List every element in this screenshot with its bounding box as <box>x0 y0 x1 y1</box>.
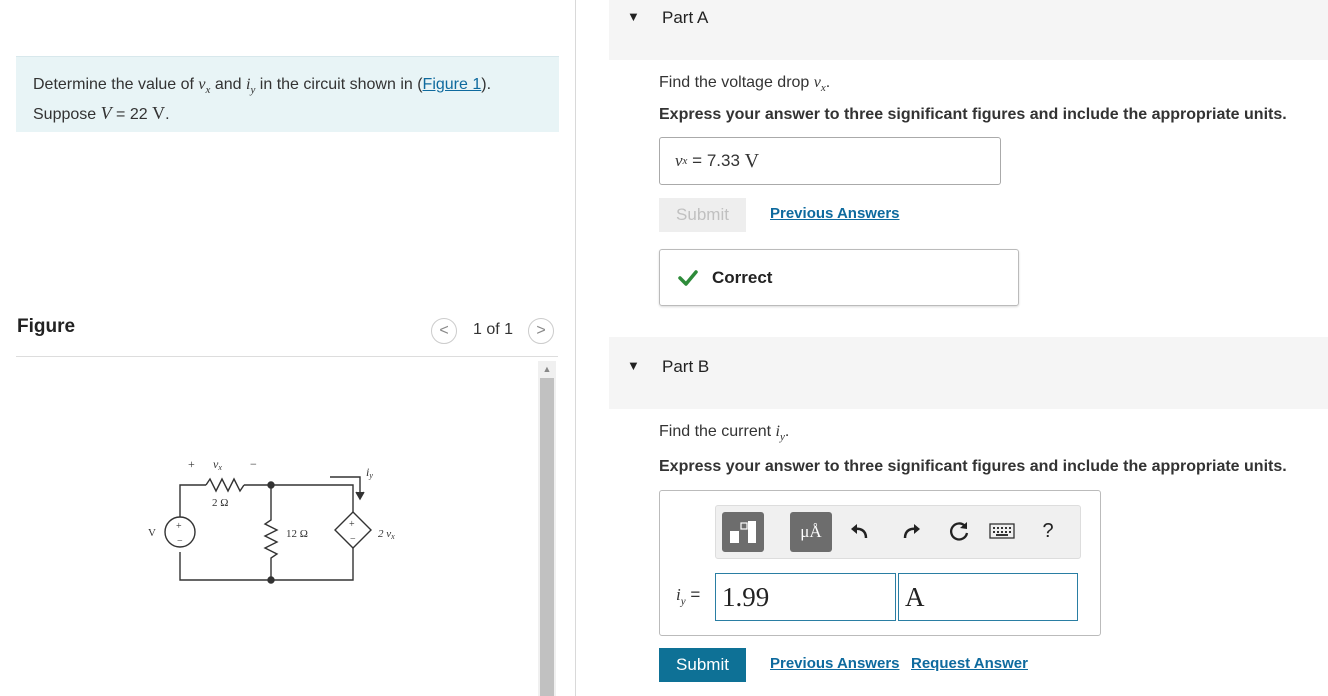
chevron-right-icon: > <box>536 322 546 339</box>
figure-scrollbar[interactable]: ▲ <box>538 361 556 696</box>
figure-divider <box>16 356 558 357</box>
label-dep-plus: + <box>349 519 355 530</box>
label-dep: 2 vx <box>378 528 395 541</box>
part-b-previous-answers-link[interactable]: Previous Answers <box>770 655 900 672</box>
problem-line-2: Suppose V = 22 V. <box>33 103 170 124</box>
part-a-submit-button[interactable]: Submit <box>659 198 746 232</box>
part-a-answer: vx = 7.33 V <box>659 137 1001 185</box>
node-top <box>267 481 275 489</box>
part-b-answer-area: μÅ ? iy = 1.99 A <box>659 490 1101 636</box>
label-dep-minus: − <box>350 534 356 545</box>
label-minus-vx: − <box>250 457 257 471</box>
caret-down-icon: ▼ <box>627 9 640 24</box>
keyboard-icon[interactable] <box>987 516 1017 546</box>
part-a-prompt: Find the voltage drop vx. <box>659 74 831 95</box>
part-b-submit-button[interactable]: Submit <box>659 648 746 682</box>
math-toolbar: μÅ ? <box>715 505 1081 559</box>
label-vx: vx <box>213 457 222 472</box>
resistor-12ohm <box>263 485 279 580</box>
current-arrow <box>330 476 361 497</box>
reset-icon[interactable] <box>944 516 974 546</box>
units-icon: μÅ <box>800 522 822 541</box>
problem-line-1: Determine the value of vx and iy in the … <box>33 76 492 97</box>
scroll-up-icon[interactable]: ▲ <box>538 361 556 377</box>
label-src-minus: − <box>177 536 183 547</box>
label-plus-vx: + <box>188 457 195 471</box>
node-bottom <box>267 576 275 584</box>
undo-icon[interactable] <box>845 516 875 546</box>
wire-bottom <box>179 548 354 581</box>
label-iy: iy <box>366 465 373 480</box>
circuit-diagram: + vx − 2 Ω 12 Ω 2 vx V + − + − iy <box>148 457 395 584</box>
scroll-thumb[interactable] <box>540 378 554 696</box>
part-a-title: Part A <box>662 8 709 27</box>
part-b-variable-label: iy = <box>676 585 705 608</box>
label-V: V <box>148 527 156 539</box>
part-b-prompt: Find the current iy. <box>659 423 790 444</box>
problem-statement: Determine the value of vx and iy in the … <box>16 56 559 132</box>
templates-icon <box>730 521 756 543</box>
figure-next-button[interactable]: > <box>528 318 554 344</box>
current-arrowhead <box>355 491 365 501</box>
units-button[interactable]: μÅ <box>790 512 832 552</box>
part-a-previous-answers-link[interactable]: Previous Answers <box>770 205 900 222</box>
check-icon <box>678 269 698 286</box>
wire-top <box>244 484 354 512</box>
part-b-instruction: Express your answer to three significant… <box>659 458 1287 475</box>
part-a-instruction: Express your answer to three significant… <box>659 106 1287 123</box>
correct-feedback: Correct <box>659 249 1019 306</box>
templates-button[interactable] <box>722 512 764 552</box>
help-icon[interactable]: ? <box>1033 516 1063 546</box>
request-answer-link[interactable]: Request Answer <box>911 655 1028 672</box>
figure-title: Figure <box>17 316 76 337</box>
label-r1: 2 Ω <box>212 497 228 509</box>
figure-link[interactable]: Figure 1 <box>423 76 482 93</box>
part-b-title: Part B <box>662 357 710 376</box>
left-pane: Determine the value of vx and iy in the … <box>0 0 576 696</box>
part-a-header[interactable]: ▼ Part A <box>609 0 1328 60</box>
part-b-header[interactable]: ▼ Part B <box>609 337 1328 409</box>
label-r2: 12 Ω <box>286 528 308 540</box>
caret-down-icon: ▼ <box>627 358 640 373</box>
resistor-2ohm <box>205 477 245 493</box>
value-input[interactable]: 1.99 <box>715 573 896 621</box>
chevron-left-icon: < <box>439 322 449 339</box>
redo-icon[interactable] <box>896 516 926 546</box>
figure-counter: 1 of 1 <box>473 321 514 338</box>
pane-divider <box>575 0 576 696</box>
unit-input[interactable]: A <box>898 573 1078 621</box>
figure-prev-button[interactable]: < <box>431 318 457 344</box>
label-src-plus: + <box>176 521 182 532</box>
